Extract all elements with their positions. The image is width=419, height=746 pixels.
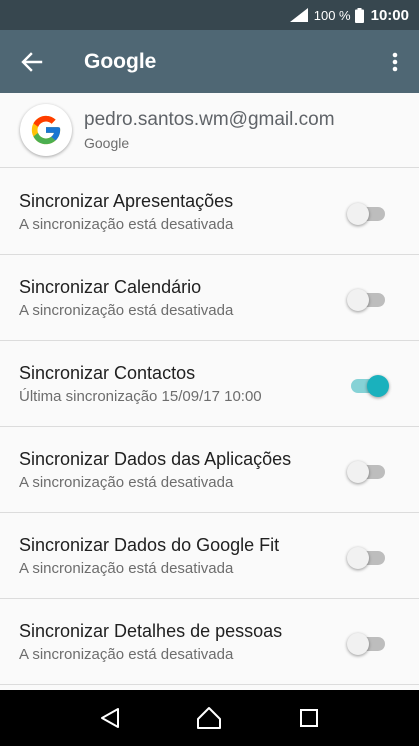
account-info: pedro.santos.wm@gmail.com Google [84, 109, 335, 151]
sync-item-detalhes-pessoas[interactable]: Sincronizar Detalhes de pessoas A sincro… [0, 599, 419, 685]
sync-toggle[interactable] [351, 373, 389, 397]
sync-item-summary: Última sincronização 15/09/17 10:00 [19, 388, 262, 405]
sync-toggle[interactable] [347, 201, 387, 225]
sync-item-label: Sincronizar Contactos [19, 363, 196, 383]
battery-icon [354, 7, 364, 23]
sync-item-summary: A sincronização está desativada [19, 474, 234, 491]
sync-toggle[interactable] [347, 545, 387, 569]
more-vert-icon [392, 52, 398, 71]
sync-item-text: Sincronizar Dados do Google Fit A sincro… [19, 533, 279, 579]
sync-item-label: Sincronizar Dados das Aplicações [19, 449, 292, 469]
sync-list: Sincronizar Apresentações A sincronizaçã… [0, 169, 419, 685]
sync-toggle[interactable] [347, 631, 387, 655]
sync-item-label: Sincronizar Detalhes de pessoas [19, 621, 283, 641]
sync-item-text: Sincronizar Contactos Última sincronizaç… [19, 361, 262, 407]
toggle-thumb [347, 547, 369, 569]
account-provider: Google [84, 135, 130, 151]
sync-item-summary: A sincronização está desativada [19, 302, 234, 319]
avatar [20, 104, 72, 156]
sync-item-google-fit[interactable]: Sincronizar Dados do Google Fit A sincro… [0, 513, 419, 599]
sync-item-dados-aplicacoes[interactable]: Sincronizar Dados das Aplicações A sincr… [0, 427, 419, 513]
account-header: pedro.santos.wm@gmail.com Google [0, 93, 419, 168]
sync-item-text: Sincronizar Calendário A sincronização e… [19, 275, 233, 321]
battery-percent: 100 % [313, 7, 351, 23]
signal-icon [289, 8, 308, 22]
sync-item-label: Sincronizar Apresentações [19, 191, 234, 211]
sync-item-summary: A sincronização está desativada [19, 560, 234, 577]
account-email: pedro.santos.wm@gmail.com [84, 109, 335, 130]
status-clock: 10:00 [370, 6, 409, 24]
sync-item-label: Sincronizar Dados do Google Fit [19, 535, 280, 555]
arrow-left-icon [21, 51, 43, 72]
toggle-thumb [347, 203, 369, 225]
nav-home-button[interactable] [184, 693, 234, 743]
triangle-back-icon [100, 708, 119, 728]
sync-toggle[interactable] [347, 287, 387, 311]
toggle-thumb [347, 633, 369, 655]
back-button[interactable] [0, 30, 64, 93]
toggle-thumb [347, 289, 369, 311]
navigation-bar [0, 690, 419, 746]
sync-item-summary: A sincronização está desativada [19, 646, 234, 663]
toggle-thumb [367, 375, 389, 397]
settings-screen: 100 % 10:00 Google pedro.santos.wm@gmail… [0, 0, 419, 746]
sync-item-text: Sincronizar Apresentações A sincronizaçã… [19, 189, 233, 235]
toggle-thumb [347, 461, 369, 483]
sync-item-contactos[interactable]: Sincronizar Contactos Última sincronizaç… [0, 341, 419, 427]
sync-item-text: Sincronizar Detalhes de pessoas A sincro… [19, 619, 282, 665]
sync-item-calendario[interactable]: Sincronizar Calendário A sincronização e… [0, 255, 419, 341]
square-recents-icon [300, 709, 319, 727]
status-bar: 100 % 10:00 [0, 0, 419, 30]
sync-item-apresentacoes[interactable]: Sincronizar Apresentações A sincronizaçã… [0, 169, 419, 255]
app-bar: Google [0, 30, 419, 93]
circle-home-icon [197, 707, 222, 729]
sync-toggle[interactable] [347, 459, 387, 483]
page-title: Google [84, 49, 157, 73]
google-g-icon [31, 115, 61, 145]
sync-item-label: Sincronizar Calendário [19, 277, 202, 297]
sync-item-text: Sincronizar Dados das Aplicações A sincr… [19, 447, 291, 493]
sync-item-summary: A sincronização está desativada [19, 216, 234, 233]
nav-back-button[interactable] [85, 693, 135, 743]
nav-recents-button[interactable] [284, 693, 334, 743]
more-options-button[interactable] [371, 30, 419, 93]
